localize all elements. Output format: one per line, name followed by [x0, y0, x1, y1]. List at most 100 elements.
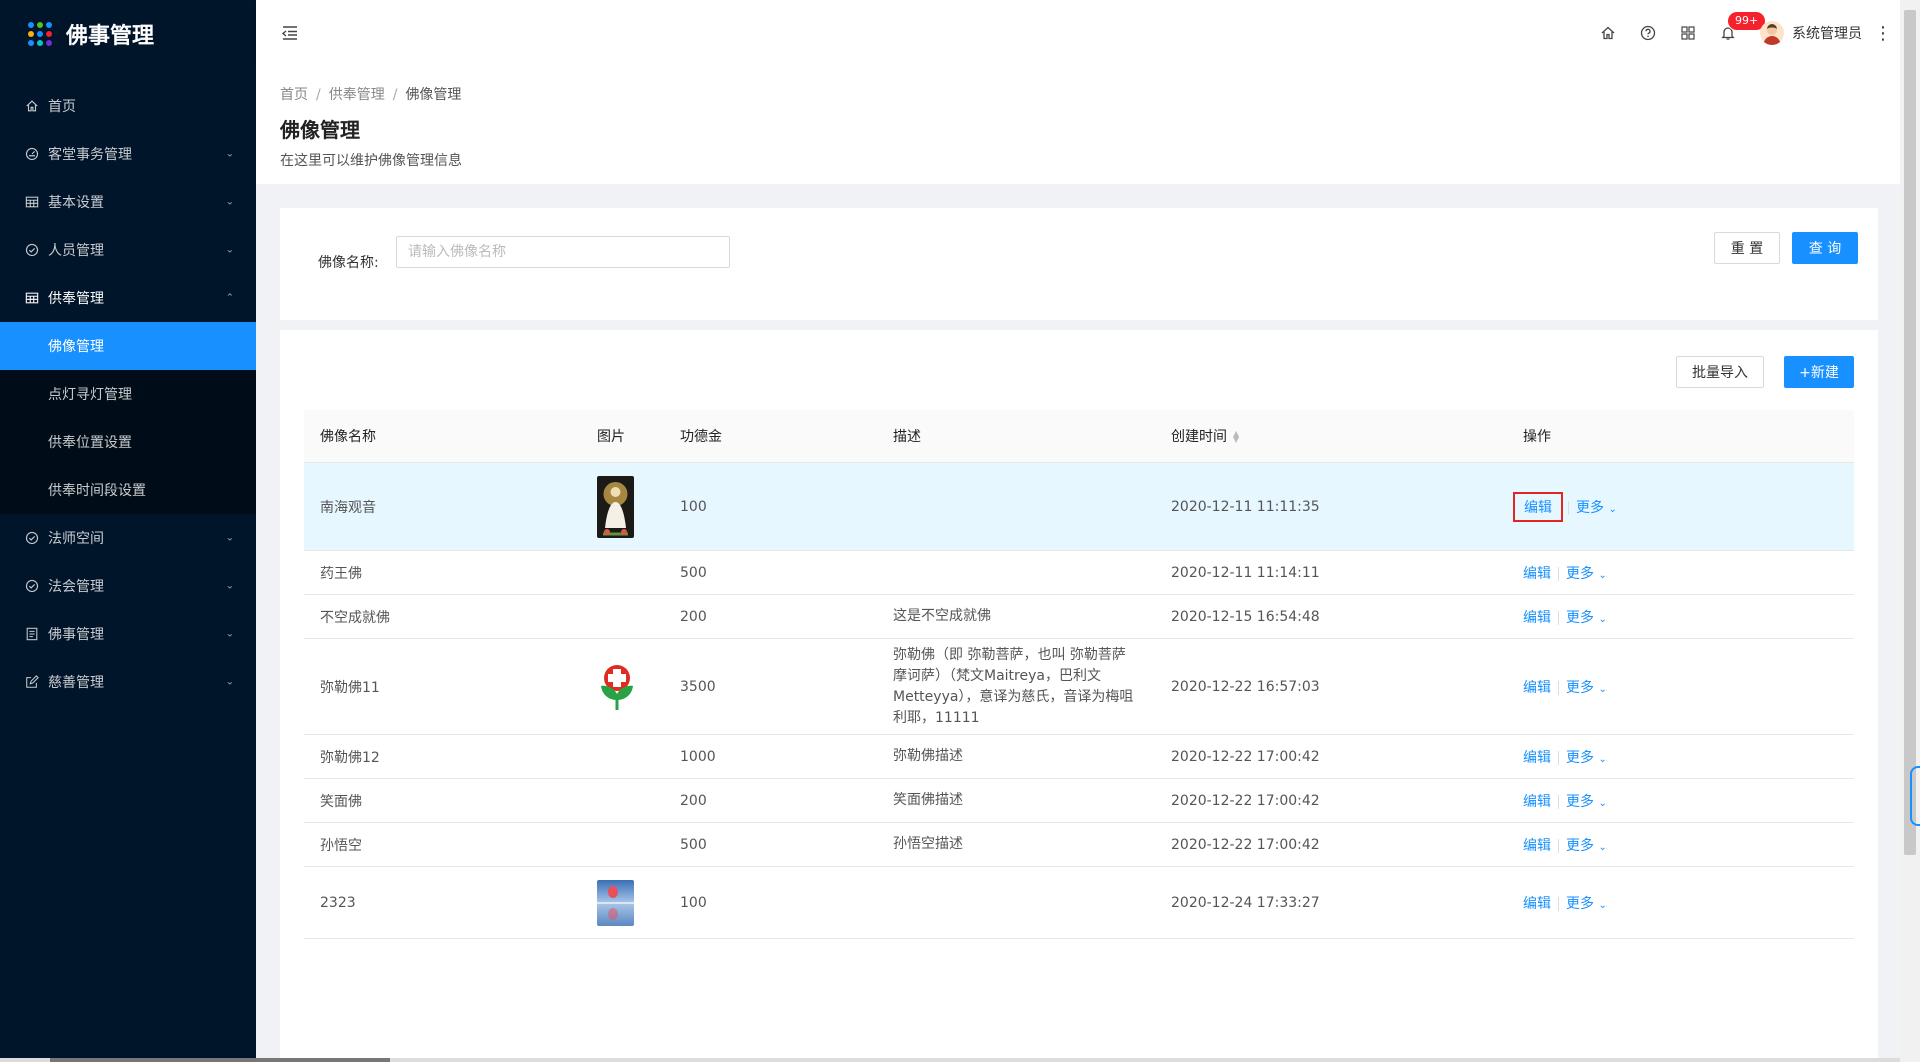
- table-icon: [24, 290, 40, 306]
- sidebar-item-1[interactable]: 客堂事务管理 ⌄: [0, 130, 256, 178]
- action-divider: [1558, 896, 1559, 911]
- table-row[interactable]: 孙悟空 500 孙悟空描述 2020-12-22 17:00:42 编辑 更多 ⌄: [304, 822, 1854, 867]
- cell-amount: 200: [664, 778, 877, 823]
- action-divider: [1558, 566, 1559, 581]
- statue-name-input[interactable]: [396, 236, 730, 268]
- edit-link[interactable]: 编辑: [1523, 610, 1551, 626]
- user-menu[interactable]: 系统管理员: [1760, 21, 1874, 45]
- table-row[interactable]: 2323 100 2020-12-24 17:33:27 编辑 更多 ⌄: [304, 866, 1854, 939]
- sidebar-item-7[interactable]: 佛事管理 ⌄: [0, 610, 256, 658]
- question-circle-icon[interactable]: [1628, 0, 1668, 66]
- chevron-down-icon: ⌄: [225, 580, 234, 592]
- sidebar-item-3[interactable]: 人员管理 ⌄: [0, 226, 256, 274]
- table-row[interactable]: 药王佛 500 2020-12-11 11:14:11 编辑 更多 ⌄: [304, 550, 1854, 595]
- table-row[interactable]: 弥勒佛12 1000 弥勒佛描述 2020-12-22 17:00:42 编辑 更多 ⌄: [304, 734, 1854, 779]
- horizontal-scrollbar[interactable]: [0, 1058, 1900, 1062]
- logo[interactable]: 佛事管理: [0, 0, 256, 68]
- form-icon: [24, 674, 40, 690]
- col-header-created[interactable]: 创建时间 ▲ ▼: [1155, 410, 1507, 463]
- breadcrumb-home[interactable]: 首页: [280, 87, 308, 103]
- appstore-icon[interactable]: [1668, 0, 1708, 66]
- sidebar-menu: 首页 客堂事务管理 ⌄ 基本设置 ⌄ 人员管理 ⌄ 供奉管理 ⌃ 佛像管理 点灯寻灯管理 供奉位置设置…: [0, 82, 256, 706]
- query-button[interactable]: 查 询: [1792, 232, 1858, 264]
- sidebar-item-4[interactable]: 供奉管理 ⌃: [0, 274, 256, 322]
- cell-amount: 500: [664, 550, 877, 595]
- sidebar-item-2[interactable]: 基本设置 ⌄: [0, 178, 256, 226]
- sidebar-item-5[interactable]: 法师空间 ⌄: [0, 514, 256, 562]
- edit-link[interactable]: 编辑: [1523, 838, 1551, 854]
- scroll-indicator: [1910, 766, 1920, 826]
- more-label: 更多: [1566, 837, 1594, 854]
- sidebar-subitem-2[interactable]: 供奉位置设置: [0, 418, 256, 466]
- more-dropdown[interactable]: 更多 ⌄: [1566, 750, 1607, 766]
- edit-link[interactable]: 编辑: [1523, 566, 1551, 582]
- edit-link[interactable]: 编辑: [1523, 680, 1551, 696]
- sidebar-subitem-1[interactable]: 点灯寻灯管理: [0, 370, 256, 418]
- more-label: 更多: [1566, 749, 1594, 766]
- cell-created: 2020-12-11 11:14:11: [1155, 550, 1507, 595]
- statue-thumbnail[interactable]: [597, 879, 648, 926]
- cell-amount: 1000: [664, 734, 877, 779]
- table-row[interactable]: 笑面佛 200 笑面佛描述 2020-12-22 17:00:42 编辑 更多 ⌄: [304, 778, 1854, 823]
- table-row[interactable]: 弥勒佛11 3500 弥勒佛（即 弥勒菩萨，也叫 弥勒菩萨摩诃萨）（梵文Maitre…: [304, 638, 1854, 735]
- action-divider: [1558, 794, 1559, 809]
- more-dropdown[interactable]: 更多 ⌄: [1566, 610, 1607, 626]
- table-row[interactable]: 不空成就佛 200 这是不空成就佛 2020-12-15 16:54:48 编辑 更多 ⌄: [304, 594, 1854, 639]
- chevron-down-icon: ⌄: [1598, 683, 1607, 695]
- sidebar-item-label: 法会管理: [48, 579, 104, 595]
- sidebar-subitem-3[interactable]: 供奉时间段设置: [0, 466, 256, 514]
- cell-image: [581, 822, 664, 867]
- cell-description: [877, 866, 1155, 939]
- vertical-scrollbar[interactable]: [1900, 0, 1920, 1062]
- edit-link[interactable]: 编辑: [1523, 794, 1551, 810]
- scrollbar-thumb[interactable]: [50, 1058, 390, 1062]
- home-icon: [24, 98, 40, 114]
- menu-fold-icon[interactable]: [280, 23, 300, 43]
- cell-created: 2020-12-22 17:00:42: [1155, 734, 1507, 779]
- sidebar-item-8[interactable]: 慈善管理 ⌄: [0, 658, 256, 706]
- statue-thumbnail[interactable]: [597, 475, 648, 538]
- more-dropdown[interactable]: 更多 ⌄: [1576, 500, 1617, 516]
- more-dropdown[interactable]: 更多 ⌄: [1566, 566, 1607, 582]
- sidebar-subitem-0[interactable]: 佛像管理: [0, 322, 256, 370]
- edit-link[interactable]: 编辑: [1523, 750, 1551, 766]
- bell-icon[interactable]: 99+: [1708, 0, 1766, 66]
- edit-link[interactable]: 编辑: [1513, 491, 1563, 522]
- action-divider: [1558, 750, 1559, 765]
- cell-name: 笑面佛: [304, 778, 581, 823]
- new-button[interactable]: +新建: [1784, 356, 1854, 388]
- sidebar-item-label: 基本设置: [48, 195, 104, 211]
- more-dropdown[interactable]: 更多 ⌄: [1566, 896, 1607, 912]
- sidebar-subitem-label: 供奉时间段设置: [48, 483, 146, 499]
- reset-button[interactable]: 重 置: [1714, 232, 1780, 264]
- batch-import-button[interactable]: 批量导入: [1676, 356, 1764, 388]
- sort-icon[interactable]: ▲ ▼: [1233, 430, 1239, 444]
- scrollbar-thumb[interactable]: [1904, 10, 1916, 855]
- more-label: 更多: [1566, 609, 1594, 626]
- page-title: 佛像管理: [280, 118, 360, 142]
- breadcrumb-current: 佛像管理: [405, 87, 462, 103]
- more-vertical-icon[interactable]: ⋮: [1874, 23, 1892, 44]
- edit-link[interactable]: 编辑: [1523, 896, 1551, 912]
- breadcrumb-separator: /: [316, 87, 321, 103]
- sidebar-item-0[interactable]: 首页: [0, 82, 256, 130]
- cell-image: [581, 638, 664, 735]
- cell-image: [581, 778, 664, 823]
- table-card: 批量导入 +新建 佛像名称 图片 功德金 描述 创建时间 ▲ ▼ 操作 南海观音 10…: [280, 330, 1878, 1062]
- table-row[interactable]: 南海观音 100 2020-12-11 11:11:35 编辑 更多 ⌄: [304, 462, 1854, 551]
- cell-name: 药王佛: [304, 550, 581, 595]
- cell-image: [581, 734, 664, 779]
- cell-actions: 编辑 更多 ⌄: [1507, 462, 1854, 551]
- more-dropdown[interactable]: 更多 ⌄: [1566, 680, 1607, 696]
- more-dropdown[interactable]: 更多 ⌄: [1566, 794, 1607, 810]
- sidebar-item-label: 供奉管理: [48, 291, 104, 307]
- cell-actions: 编辑 更多 ⌄: [1507, 638, 1854, 735]
- sidebar-item-6[interactable]: 法会管理 ⌄: [0, 562, 256, 610]
- cell-image: [581, 550, 664, 595]
- more-dropdown[interactable]: 更多 ⌄: [1566, 838, 1607, 854]
- app-grid-icon: [28, 22, 52, 46]
- statue-thumbnail[interactable]: [597, 664, 648, 710]
- home-icon[interactable]: [1588, 0, 1628, 66]
- breadcrumb-offering[interactable]: 供奉管理: [329, 87, 385, 103]
- statue-table: 佛像名称 图片 功德金 描述 创建时间 ▲ ▼ 操作 南海观音 100 2020-12-…: [304, 410, 1854, 939]
